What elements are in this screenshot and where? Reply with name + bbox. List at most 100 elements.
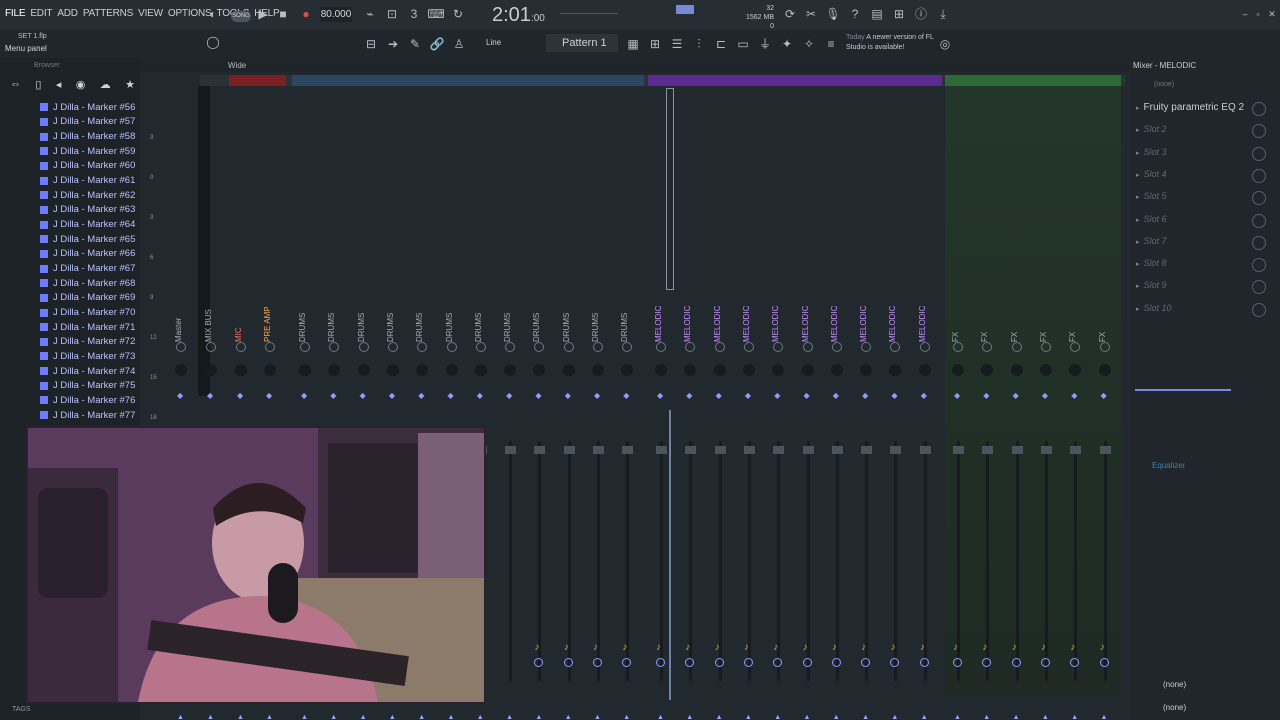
route-arrows-icon[interactable]: ◆ — [330, 391, 336, 400]
globe-icon[interactable]: ◎ — [936, 36, 954, 52]
browser-item[interactable]: J Dilla - Marker #63 — [40, 203, 135, 218]
route-arrows-icon[interactable]: ◆ — [833, 391, 839, 400]
close-icon[interactable]: ✕ — [1263, 6, 1280, 22]
expand-icon[interactable]: ▸ — [1136, 150, 1140, 157]
fx-slot[interactable]: ▸ Slot 8 — [1136, 258, 1276, 276]
mixer-strip[interactable]: DRUMS ◆ ♪ ▲ — [556, 86, 584, 720]
mixer-strip[interactable]: DRUMS ◆ ♪ ▲ — [526, 86, 554, 720]
save-icon[interactable]: ▤ — [868, 6, 886, 22]
mute-button[interactable] — [1070, 658, 1080, 667]
stereo-separation-knob[interactable] — [264, 364, 276, 376]
fx-slot[interactable]: ▸ Slot 10 — [1136, 302, 1276, 321]
route-up-icon[interactable]: ▲ — [1101, 714, 1108, 720]
route-up-icon[interactable]: ▲ — [623, 714, 630, 720]
fader-handle[interactable] — [1099, 446, 1111, 454]
pan-knob[interactable] — [176, 342, 186, 352]
route-up-icon[interactable]: ▲ — [686, 714, 693, 720]
microphone-icon[interactable]: 🎙 — [824, 6, 842, 22]
browser-item[interactable]: J Dilla - Marker #70 — [40, 305, 135, 320]
route-up-icon[interactable]: ▲ — [535, 714, 542, 720]
browser-item[interactable]: J Dilla - Marker #69 — [40, 291, 135, 306]
slot-mix-knob[interactable] — [1252, 235, 1266, 250]
route-arrows-icon[interactable]: ◆ — [1013, 391, 1019, 400]
stereo-separation-knob[interactable] — [205, 364, 217, 376]
mute-button[interactable] — [1040, 658, 1050, 667]
fader-handle[interactable] — [743, 446, 755, 454]
route-up-icon[interactable]: ▲ — [862, 714, 869, 720]
stereo-separation-knob[interactable] — [474, 364, 487, 376]
pan-knob[interactable] — [387, 342, 398, 352]
browser-item[interactable]: J Dilla - Marker #57 — [40, 115, 135, 130]
pan-knob[interactable] — [329, 342, 340, 352]
tools-icon[interactable]: ✂ — [802, 6, 820, 22]
download-icon[interactable]: ⤓ — [934, 6, 952, 22]
browser-item[interactable]: J Dilla - Marker #71 — [40, 320, 135, 335]
stereo-separation-knob[interactable] — [918, 364, 931, 376]
send-icon[interactable]: ♪ — [832, 642, 837, 653]
route-arrows-icon[interactable]: ◆ — [207, 391, 213, 400]
browser-item[interactable]: J Dilla - Marker #68 — [40, 276, 135, 291]
route-up-icon[interactable]: ▲ — [657, 714, 664, 720]
link-icon[interactable]: 🔗 — [428, 36, 446, 52]
paint-icon[interactable]: ✎ — [406, 36, 424, 52]
mute-button[interactable] — [563, 658, 573, 667]
info-icon[interactable]: ⓘ — [912, 6, 930, 22]
route-arrows-icon[interactable]: ◆ — [686, 391, 692, 400]
pan-knob[interactable] — [890, 342, 901, 352]
mute-button[interactable] — [802, 658, 812, 667]
channel-rack-icon[interactable]: ⊞ — [646, 36, 664, 52]
route-arrows-icon[interactable]: ◆ — [301, 391, 307, 400]
pan-knob[interactable] — [919, 342, 930, 352]
wrench-icon[interactable]: ✦ — [778, 36, 796, 52]
blend-notes-icon[interactable]: ⊡ — [383, 6, 401, 22]
mute-button[interactable] — [714, 658, 724, 667]
route-up-icon[interactable]: ▲ — [833, 714, 840, 720]
pan-knob[interactable] — [563, 342, 574, 352]
stereo-separation-knob[interactable] — [889, 364, 902, 376]
mute-button[interactable] — [861, 658, 871, 667]
route-up-icon[interactable]: ▲ — [448, 714, 455, 720]
input-select[interactable]: (none) — [1154, 81, 1174, 88]
browser-item[interactable]: J Dilla - Marker #75 — [40, 378, 135, 393]
pan-knob[interactable] — [505, 342, 516, 352]
step-edit-icon[interactable]: ⌁ — [361, 6, 379, 22]
expand-icon[interactable]: ▸ — [1136, 127, 1140, 134]
star-icon[interactable]: ★ — [125, 78, 135, 94]
send-icon[interactable]: ♪ — [803, 642, 808, 653]
fader-handle[interactable] — [861, 446, 873, 454]
pan-knob[interactable] — [446, 342, 457, 352]
fader-handle[interactable] — [534, 446, 546, 454]
route-up-icon[interactable]: ▲ — [237, 714, 244, 720]
mixer-strip[interactable]: FX ◆ ♪ ▲ — [974, 86, 1002, 720]
expand-icon[interactable]: ▸ — [1136, 306, 1140, 313]
fader-handle[interactable] — [593, 446, 604, 454]
route-up-icon[interactable]: ▲ — [477, 714, 484, 720]
mixer-strip[interactable]: FX ◆ ♪ ▲ — [1062, 86, 1090, 720]
play-icon[interactable]: ▶ — [254, 6, 272, 22]
stereo-separation-knob[interactable] — [1098, 364, 1111, 376]
send-icon[interactable]: ♪ — [622, 642, 627, 653]
route-arrows-icon[interactable]: ◆ — [623, 391, 629, 400]
route-up-icon[interactable]: ▲ — [745, 714, 752, 720]
mixer-strip[interactable]: MELODIC ◆ ♪ ▲ — [707, 86, 735, 720]
pan-knob[interactable] — [417, 342, 428, 352]
route-up-icon[interactable]: ▲ — [177, 714, 184, 720]
mute-button[interactable] — [890, 658, 900, 667]
mute-button[interactable] — [593, 658, 602, 667]
browser-item[interactable]: J Dilla - Marker #74 — [40, 364, 135, 379]
route-arrows-icon[interactable]: ◆ — [983, 391, 989, 400]
fader-handle[interactable] — [919, 446, 931, 454]
mute-button[interactable] — [1011, 658, 1021, 667]
fader-handle[interactable] — [890, 446, 902, 454]
route-arrows-icon[interactable]: ◆ — [774, 391, 780, 400]
mixer-strip[interactable]: FX ◆ ♪ ▲ — [1004, 86, 1032, 720]
browser-item[interactable]: J Dilla - Marker #72 — [40, 335, 135, 350]
stereo-separation-knob[interactable] — [860, 364, 873, 376]
pan-knob[interactable] — [685, 342, 696, 352]
stereo-separation-knob[interactable] — [328, 364, 341, 376]
route-up-icon[interactable]: ▲ — [389, 714, 396, 720]
route-arrows-icon[interactable]: ◆ — [657, 391, 663, 400]
send-icon[interactable]: ♪ — [564, 642, 569, 653]
browser-item[interactable]: J Dilla - Marker #60 — [40, 159, 135, 174]
fx-slot[interactable]: ▸ Fruity parametric EQ 2 — [1136, 102, 1276, 120]
